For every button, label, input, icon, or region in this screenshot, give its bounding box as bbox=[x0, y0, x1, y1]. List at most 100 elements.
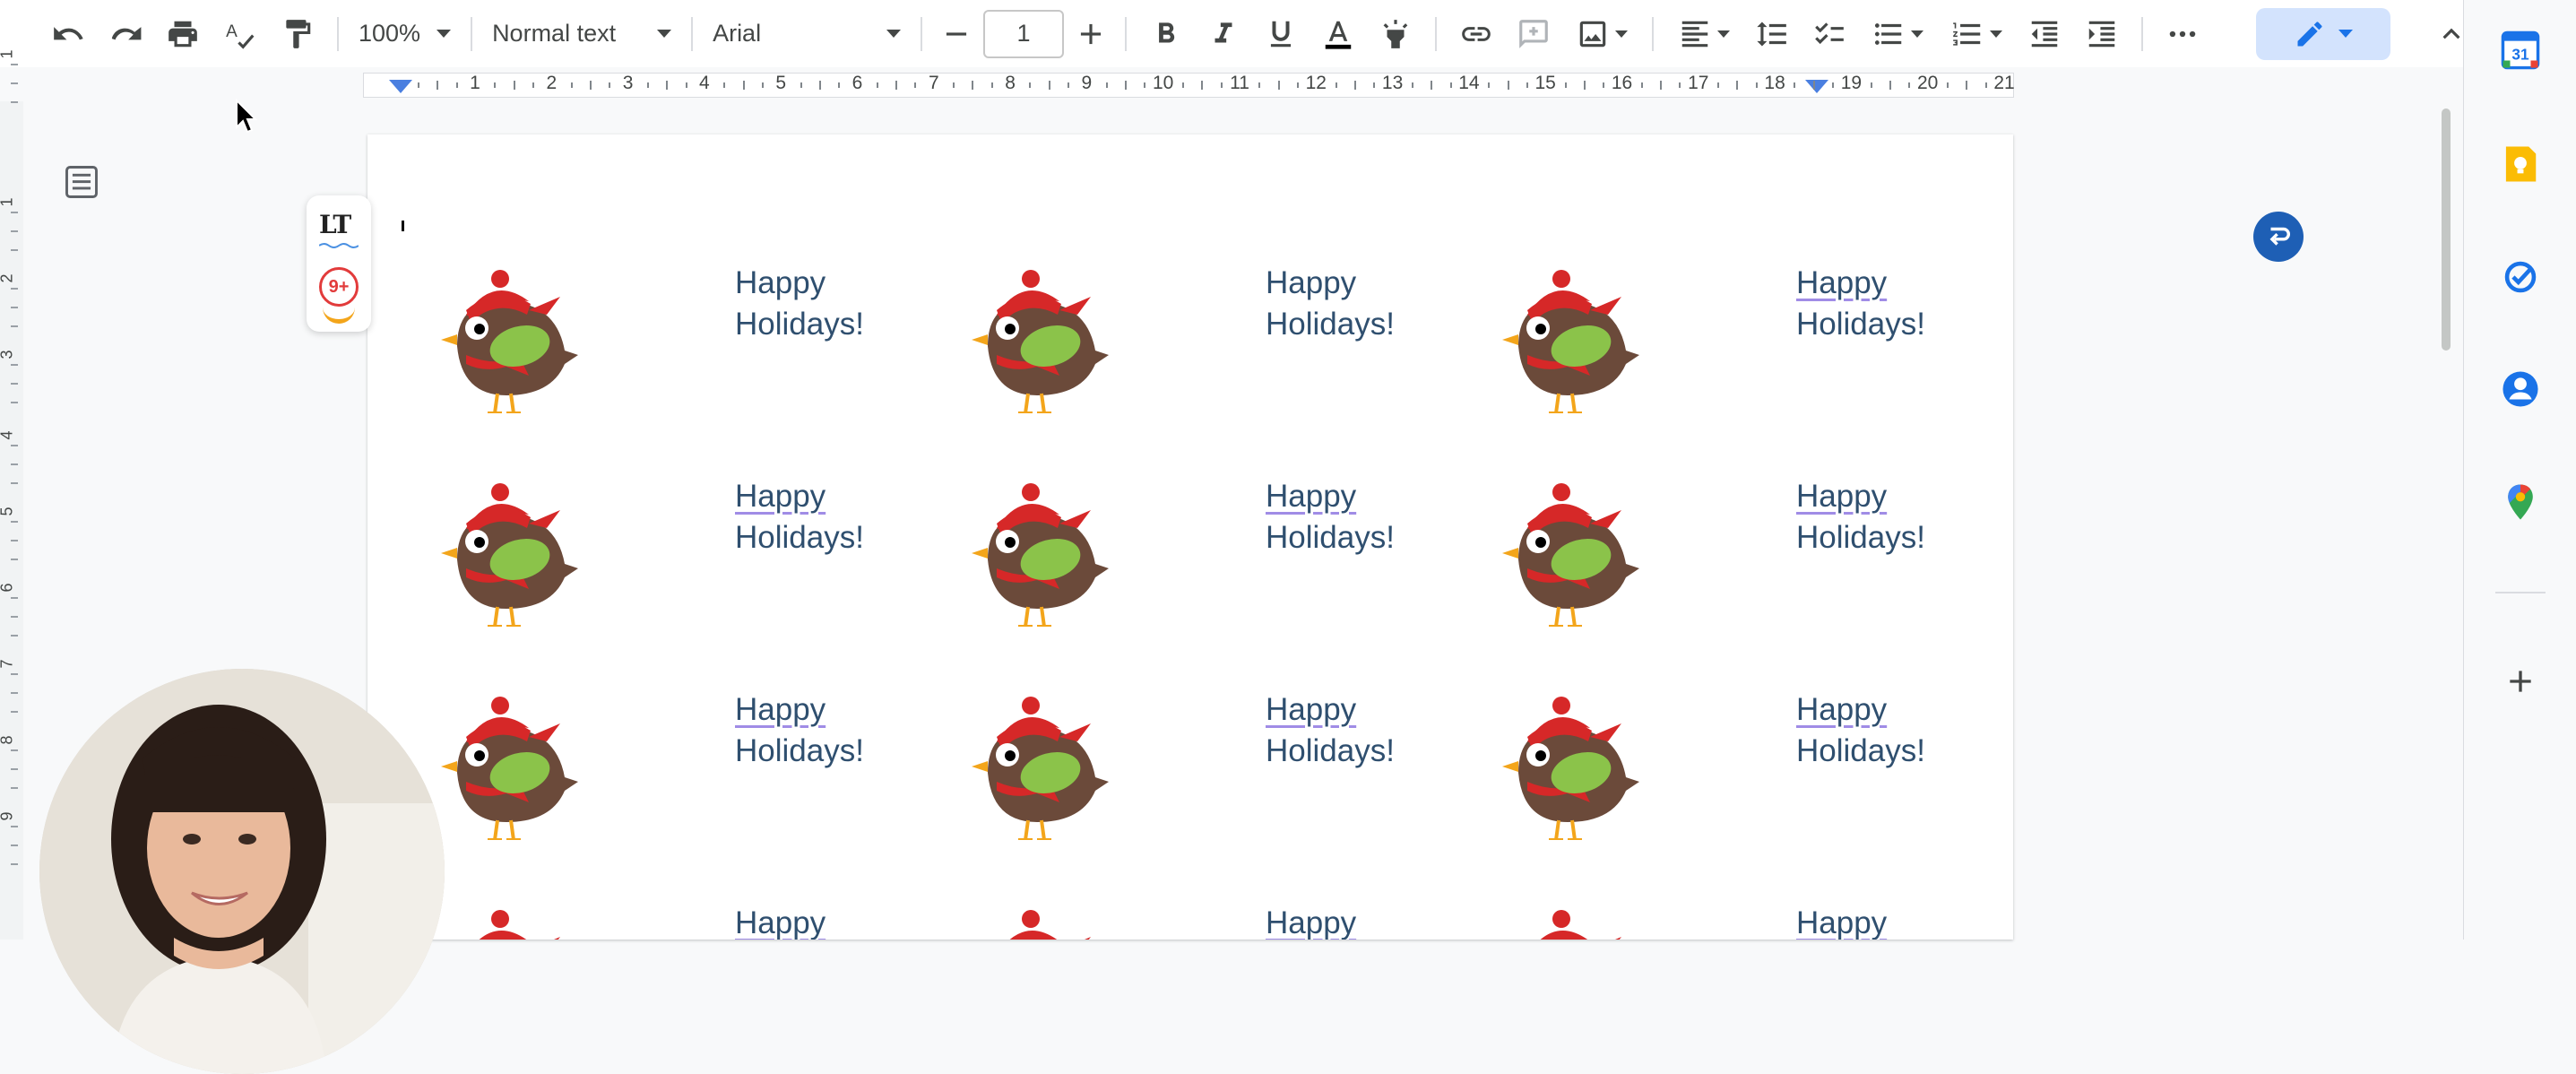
robin-bird-image[interactable] bbox=[1491, 688, 1644, 842]
robin-bird-image[interactable] bbox=[430, 901, 583, 940]
holiday-greeting-text[interactable]: Happy Holidays! bbox=[1266, 689, 1395, 772]
holiday-greeting-text[interactable]: Happy Holidays! bbox=[1266, 476, 1395, 559]
more-options-button[interactable] bbox=[2157, 9, 2208, 59]
bold-button[interactable] bbox=[1141, 9, 1191, 59]
holiday-greeting-text[interactable]: Happy bbox=[1266, 903, 1356, 940]
document-page[interactable]: Happy Holidays! Happy Holidays! Happy Holiday… bbox=[367, 134, 2013, 940]
text-color-button[interactable] bbox=[1313, 9, 1363, 59]
holiday-label-cell[interactable]: Happy Holidays! bbox=[1491, 476, 2013, 689]
underline-button[interactable] bbox=[1256, 9, 1306, 59]
robin-bird-image[interactable] bbox=[430, 688, 583, 842]
increase-indent-button[interactable] bbox=[2077, 9, 2127, 59]
holiday-label-cell[interactable]: Happy Holidays! bbox=[961, 476, 1490, 689]
ruler-tick bbox=[990, 82, 993, 88]
spellcheck-button[interactable]: A bbox=[215, 9, 265, 59]
toolbar-divider bbox=[1652, 16, 1655, 51]
numbered-list-button[interactable] bbox=[1941, 9, 2012, 59]
vertical-ruler-tick bbox=[11, 673, 18, 675]
robin-bird-image[interactable] bbox=[961, 688, 1113, 842]
holiday-label-cell[interactable]: Happy Holidays! bbox=[961, 263, 1490, 476]
holiday-greeting-text[interactable]: Happy bbox=[1796, 903, 1887, 940]
calendar-button[interactable]: 31 bbox=[2495, 25, 2546, 75]
ruler-tick bbox=[1870, 82, 1872, 88]
line-spacing-button[interactable] bbox=[1747, 9, 1797, 59]
holiday-greeting-text[interactable]: Happy Holidays! bbox=[1796, 263, 1925, 345]
print-button[interactable] bbox=[158, 9, 208, 59]
toolbar-divider bbox=[2141, 16, 2144, 51]
decrease-font-size-button[interactable] bbox=[937, 9, 976, 59]
align-button[interactable] bbox=[1668, 9, 1740, 59]
holiday-greeting-text[interactable]: Happy Holidays! bbox=[735, 476, 864, 559]
holiday-label-cell[interactable]: Happy Holidays! bbox=[430, 263, 959, 476]
ruler-tick bbox=[646, 82, 649, 88]
checklist-button[interactable] bbox=[1804, 9, 1854, 59]
increase-font-size-button[interactable] bbox=[1071, 9, 1111, 59]
extension-widget[interactable]: LT 9+ bbox=[307, 195, 371, 332]
holiday-label-cell[interactable]: Happy Holidays! bbox=[430, 476, 959, 689]
get-addons-button[interactable] bbox=[2495, 656, 2546, 706]
insert-link-button[interactable] bbox=[1451, 9, 1501, 59]
robin-bird-image[interactable] bbox=[1491, 901, 1644, 940]
ruler-tick bbox=[742, 81, 745, 90]
decrease-indent-button[interactable] bbox=[2019, 9, 2070, 59]
undo-button[interactable] bbox=[43, 9, 93, 59]
vertical-scrollbar[interactable] bbox=[2438, 103, 2454, 928]
robin-bird-image[interactable] bbox=[961, 474, 1113, 628]
robin-bird-image[interactable] bbox=[430, 474, 583, 628]
tasks-button[interactable] bbox=[2495, 252, 2546, 302]
insert-image-button[interactable] bbox=[1566, 9, 1638, 59]
greeting-line-1: Happy bbox=[1266, 692, 1357, 727]
greeting-line-2: Holidays! bbox=[1796, 307, 1925, 342]
paint-format-button[interactable] bbox=[272, 9, 323, 59]
notification-badge[interactable]: 9+ bbox=[319, 267, 359, 307]
holiday-greeting-text[interactable]: Happy Holidays! bbox=[735, 263, 864, 345]
editing-mode-button[interactable] bbox=[2256, 7, 2391, 60]
vertical-ruler-tick bbox=[11, 711, 18, 713]
font-dropdown[interactable]: Arial bbox=[704, 9, 910, 59]
ruler-tick bbox=[1717, 82, 1720, 88]
vertical-ruler-tick bbox=[11, 288, 18, 290]
vertical-ruler-tick bbox=[11, 749, 18, 751]
add-comment-button[interactable] bbox=[1508, 9, 1559, 59]
holiday-label-cell[interactable]: Happy bbox=[430, 903, 959, 940]
holiday-label-cell[interactable]: Happy bbox=[961, 903, 1490, 940]
ruler-tick bbox=[1277, 81, 1280, 90]
bulleted-list-button[interactable] bbox=[1862, 9, 1933, 59]
robin-bird-image[interactable] bbox=[1491, 261, 1644, 415]
robin-bird-image[interactable] bbox=[1491, 474, 1644, 628]
holiday-label-cell[interactable]: Happy Holidays! bbox=[1491, 263, 2013, 476]
holiday-label-cell[interactable]: Happy Holidays! bbox=[961, 689, 1490, 903]
holiday-greeting-text[interactable]: Happy Holidays! bbox=[735, 689, 864, 772]
holiday-greeting-text[interactable]: Happy bbox=[735, 903, 826, 940]
style-dropdown[interactable]: Normal text bbox=[483, 9, 680, 59]
holiday-greeting-text[interactable]: Happy Holidays! bbox=[1266, 263, 1395, 345]
vertical-ruler[interactable]: 1 1 2 3 4 5 6 7 8 9 bbox=[0, 49, 23, 940]
languagetool-logo[interactable]: LT bbox=[319, 210, 351, 239]
toolbar-divider bbox=[471, 16, 473, 51]
right-indent-marker[interactable] bbox=[1805, 80, 1828, 93]
robin-bird-image[interactable] bbox=[430, 261, 583, 415]
floating-action-button[interactable] bbox=[2253, 212, 2304, 262]
holiday-label-cell[interactable]: Happy Holidays! bbox=[1491, 689, 2013, 903]
left-indent-marker[interactable] bbox=[389, 80, 412, 93]
italic-button[interactable] bbox=[1198, 9, 1249, 59]
ruler-tick bbox=[666, 81, 669, 90]
holiday-label-cell[interactable]: Happy Holidays! bbox=[430, 689, 959, 903]
document-outline-button[interactable] bbox=[59, 160, 104, 204]
font-size-input[interactable]: 1 bbox=[983, 9, 1065, 58]
robin-bird-image[interactable] bbox=[961, 261, 1113, 415]
scrollbar-thumb[interactable] bbox=[2442, 108, 2451, 351]
redo-button[interactable] bbox=[100, 9, 151, 59]
zoom-dropdown[interactable]: 100% bbox=[350, 9, 460, 59]
holiday-greeting-text[interactable]: Happy Holidays! bbox=[1796, 476, 1925, 559]
holiday-greeting-text[interactable]: Happy Holidays! bbox=[1796, 689, 1925, 772]
highlight-color-button[interactable] bbox=[1370, 9, 1421, 59]
robin-bird-image[interactable] bbox=[961, 901, 1113, 940]
horizontal-ruler[interactable]: 1 2 3 4 5 6 7 8 9 10 11 12 13 14 15 16 17 18 19 20 21 bbox=[0, 67, 2463, 101]
keep-button[interactable] bbox=[2495, 139, 2546, 189]
ruler-tick bbox=[1889, 81, 1892, 90]
contacts-button[interactable] bbox=[2495, 364, 2546, 414]
maps-button[interactable] bbox=[2495, 477, 2546, 527]
increase-indent-icon bbox=[2088, 21, 2115, 47]
holiday-label-cell[interactable]: Happy bbox=[1491, 903, 2013, 940]
